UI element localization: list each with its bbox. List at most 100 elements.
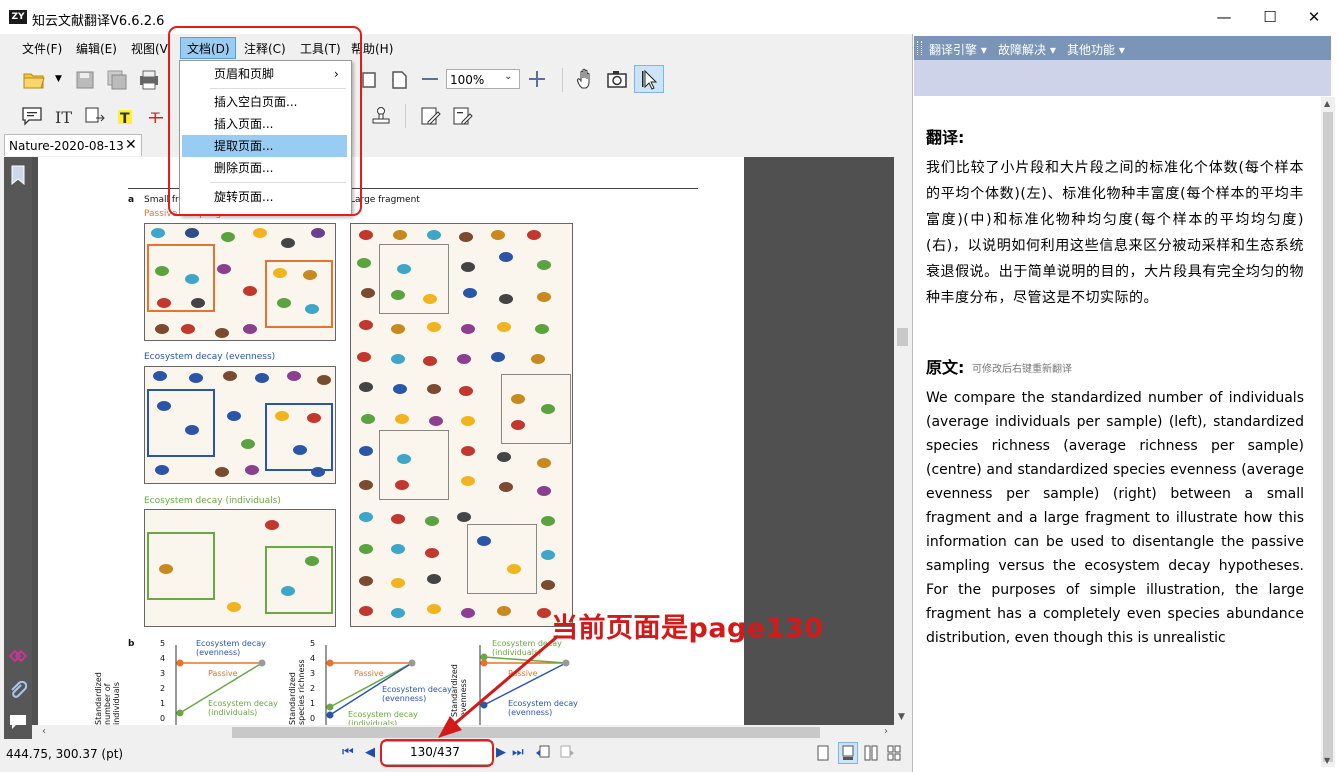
highlight-text-icon[interactable]: T bbox=[112, 102, 138, 130]
two-page-view-icon[interactable] bbox=[864, 745, 878, 761]
scroll-down-icon[interactable]: ▼ bbox=[1324, 756, 1330, 765]
tab-document[interactable]: Nature-2020-08-13 bbox=[4, 134, 142, 156]
butterfly-icon bbox=[275, 411, 289, 421]
wasp-icon bbox=[303, 270, 317, 280]
insect-icon bbox=[491, 230, 505, 240]
series-label: Ecosystem decay (evenness) bbox=[196, 639, 266, 657]
beetle-icon bbox=[221, 232, 235, 242]
vertical-scrollbar[interactable] bbox=[895, 157, 910, 725]
translation-scroll-thumb[interactable] bbox=[1323, 112, 1333, 762]
continuous-page-view-icon[interactable] bbox=[841, 745, 855, 761]
beetle-icon bbox=[185, 425, 199, 435]
insect-icon bbox=[391, 514, 405, 524]
tab-close-icon[interactable]: ✕ bbox=[125, 137, 137, 153]
sample-box bbox=[501, 374, 571, 444]
dragonfly-icon bbox=[287, 371, 301, 381]
close-button[interactable]: ✕ bbox=[1292, 4, 1336, 30]
insect-icon bbox=[497, 606, 511, 616]
menu-label: 其他功能 bbox=[1067, 43, 1116, 57]
attachment-icon[interactable] bbox=[9, 681, 27, 701]
insect-icon bbox=[527, 230, 541, 240]
next-view-icon[interactable] bbox=[559, 744, 575, 760]
cursor-coordinates: 444.75, 300.37 (pt) bbox=[6, 747, 124, 761]
insect-icon bbox=[541, 516, 555, 526]
previous-view-icon[interactable] bbox=[535, 744, 551, 760]
minimize-button[interactable]: — bbox=[1202, 4, 1246, 30]
tick-label: 3 bbox=[310, 669, 316, 678]
scroll-right-icon[interactable]: › bbox=[884, 726, 888, 737]
fit-width-icon[interactable] bbox=[386, 64, 412, 94]
page-annotation-text: 当前页面是page130 bbox=[551, 613, 824, 644]
insect-icon bbox=[425, 516, 439, 526]
insect-icon bbox=[461, 416, 475, 426]
menu-file[interactable]: 文件(F) bbox=[22, 40, 62, 57]
series-label: Ecosystem decay (individuals) bbox=[208, 699, 278, 717]
next-page-icon[interactable]: ▶ bbox=[496, 745, 506, 760]
sample-box bbox=[147, 389, 215, 457]
maximize-button[interactable]: ☐ bbox=[1248, 4, 1292, 30]
insect-icon bbox=[427, 604, 441, 614]
evenness-label: Ecosystem decay (evenness) bbox=[144, 352, 276, 362]
insect-icon bbox=[499, 482, 513, 492]
strikethrough-text-icon[interactable]: T bbox=[144, 102, 170, 130]
insect-icon bbox=[359, 480, 373, 490]
scroll-left-icon[interactable]: ‹ bbox=[42, 726, 46, 737]
insect-icon bbox=[461, 262, 475, 272]
save-all-icon[interactable] bbox=[104, 64, 130, 94]
insect-icon bbox=[461, 446, 475, 456]
menu-edit[interactable]: 编辑(E) bbox=[76, 40, 117, 57]
spider-icon bbox=[245, 465, 259, 475]
scroll-up-icon[interactable]: ▲ bbox=[1324, 99, 1330, 108]
print-icon[interactable] bbox=[136, 64, 162, 94]
bookmark-icon[interactable] bbox=[11, 165, 25, 185]
zoom-in-icon[interactable] bbox=[524, 64, 550, 94]
open-folder-icon[interactable] bbox=[21, 64, 47, 94]
insect-icon bbox=[463, 288, 477, 298]
typewriter-icon[interactable] bbox=[82, 102, 108, 130]
comments-panel-icon[interactable] bbox=[9, 713, 27, 731]
scroll-down-icon[interactable]: ▼ bbox=[898, 712, 905, 722]
two-page-continuous-view-icon[interactable] bbox=[887, 745, 901, 761]
insect-icon bbox=[461, 608, 475, 618]
insect-icon bbox=[537, 486, 551, 496]
small-fragment-evenness-panel bbox=[144, 366, 336, 484]
single-page-view-icon[interactable] bbox=[816, 745, 830, 761]
insect-icon bbox=[459, 386, 473, 396]
links-icon[interactable] bbox=[8, 647, 28, 665]
translation-text[interactable]: 我们比较了小片段和大片段之间的标准化个体数(每个样本的平均个体数)(左)、标准化… bbox=[926, 155, 1304, 311]
menu-troubleshoot[interactable]: 故障解决 ▾ bbox=[998, 41, 1056, 58]
bird-icon bbox=[185, 228, 199, 238]
last-page-icon[interactable]: ⏭ bbox=[512, 745, 524, 760]
menu-other-functions[interactable]: 其他功能 ▾ bbox=[1067, 41, 1125, 58]
stamp-icon[interactable] bbox=[368, 102, 394, 130]
individuals-label: Ecosystem decay (individuals) bbox=[144, 496, 281, 506]
menu-view[interactable]: 视图(V bbox=[131, 40, 168, 57]
hand-tool-icon[interactable] bbox=[572, 64, 598, 94]
source-text[interactable]: We compare the standardized number of in… bbox=[926, 386, 1304, 650]
cricket-icon bbox=[155, 324, 169, 334]
insect-icon bbox=[511, 394, 525, 404]
open-dropdown-icon[interactable]: ▼ bbox=[55, 74, 62, 84]
comment-note-icon[interactable] bbox=[19, 102, 45, 130]
menu-translation-engine[interactable]: 翻译引擎 ▾ bbox=[929, 41, 987, 58]
grip-handle[interactable] bbox=[917, 41, 922, 55]
snapshot-camera-icon[interactable] bbox=[604, 64, 630, 94]
first-page-icon[interactable]: ⏮ bbox=[342, 745, 354, 760]
select-text-cursor-icon[interactable] bbox=[637, 64, 663, 94]
chevron-down-icon[interactable]: ⌄ bbox=[504, 71, 512, 82]
text-box-icon[interactable]: IT bbox=[50, 102, 76, 130]
insect-icon bbox=[391, 544, 405, 554]
edit-content-icon[interactable] bbox=[450, 102, 476, 130]
zoom-out-icon[interactable] bbox=[417, 64, 443, 94]
edit-form-icon[interactable] bbox=[418, 102, 444, 130]
tick-label: 1 bbox=[310, 699, 316, 708]
previous-page-icon[interactable]: ◀ bbox=[365, 745, 375, 760]
window-title: 知云文献翻译V6.6.2.6 bbox=[32, 14, 165, 29]
tick-label: 0 bbox=[160, 714, 166, 723]
large-fragment-panel bbox=[350, 223, 573, 627]
sample-box bbox=[467, 524, 537, 594]
save-icon[interactable] bbox=[72, 64, 98, 94]
vertical-scroll-thumb[interactable] bbox=[897, 328, 908, 346]
app-logo: ZY bbox=[9, 10, 27, 24]
insect-icon bbox=[393, 384, 407, 394]
